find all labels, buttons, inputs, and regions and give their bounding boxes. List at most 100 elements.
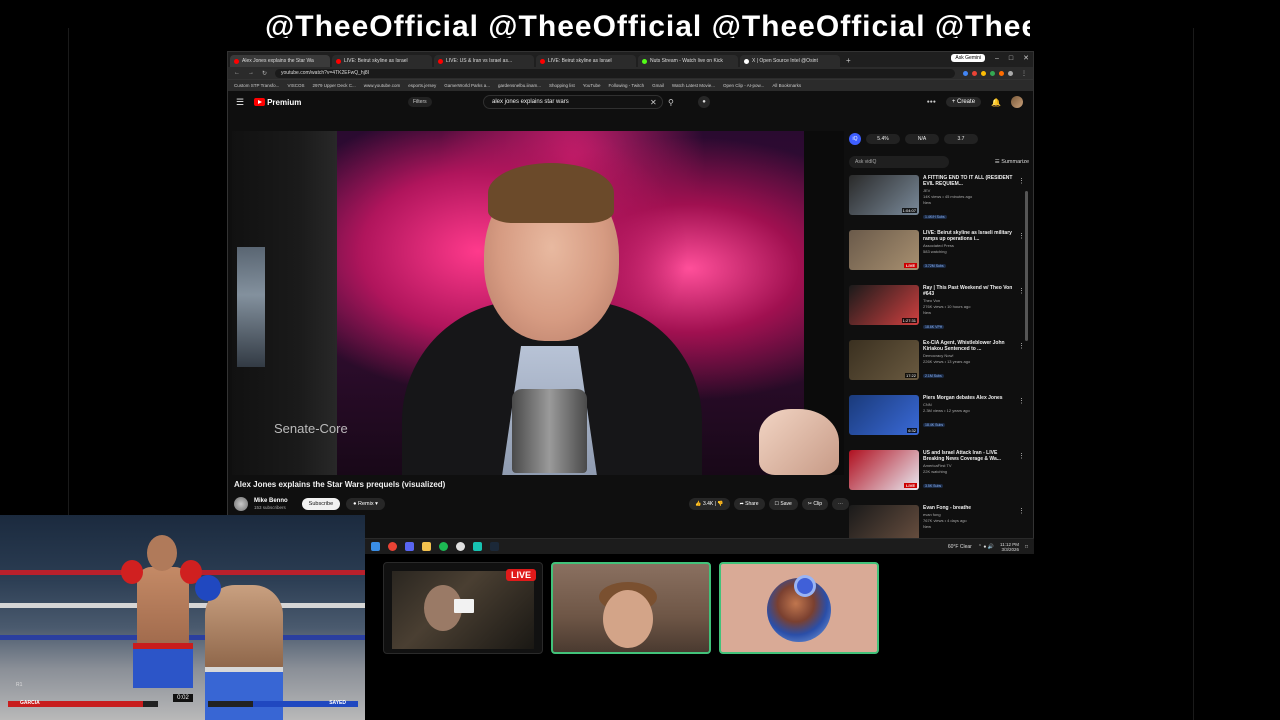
- url-field[interactable]: youtube.com/watch?v=4TK2EFwQ_hj8I: [275, 68, 955, 78]
- create-button[interactable]: + Create: [945, 97, 982, 107]
- spotify-icon[interactable]: [439, 542, 448, 551]
- bookmark-item[interactable]: Custom STP Transfo...: [234, 83, 279, 88]
- youtube-header: ☰ Premium Filters alex jones explains st…: [228, 91, 1033, 113]
- extension-icon[interactable]: [1008, 70, 1013, 76]
- bookmark-item[interactable]: All Bookmarks: [772, 83, 801, 88]
- recommended-video[interactable]: 2:48Evan Fong - breatheevan fong767K vie…: [849, 505, 1029, 539]
- back-icon[interactable]: ←: [234, 70, 240, 76]
- summarize-button[interactable]: ☰ Summarize: [995, 159, 1029, 165]
- bookmark-item[interactable]: esports.jersey: [408, 83, 436, 88]
- channel-avatar[interactable]: [234, 497, 248, 511]
- recommended-video[interactable]: 1:27:31 Ray | This Past Weekend w/ Theo V…: [849, 285, 1029, 338]
- remix-button[interactable]: ● Remix ▾: [346, 498, 385, 510]
- notifications-bell-icon[interactable]: 🔔: [991, 98, 1001, 107]
- bookmark-item[interactable]: Shopping list: [549, 83, 575, 88]
- browser-tab[interactable]: Alex Jones explains the Star Wa: [230, 55, 330, 67]
- boxer-left-glove: [121, 560, 143, 584]
- save-button[interactable]: ☐ Save: [768, 498, 798, 510]
- bookmark-item[interactable]: Gmail: [652, 83, 664, 88]
- bookmark-item[interactable]: GamerWorld Parks a...: [444, 83, 490, 88]
- video-thumbnail[interactable]: LIVE: [849, 450, 919, 490]
- participant-cam-2[interactable]: [551, 562, 711, 654]
- maximize-icon[interactable]: □: [1009, 55, 1013, 62]
- recommended-video[interactable]: 1:04:07 A FITTING END TO IT ALL (RESIDENT…: [849, 175, 1029, 228]
- filters-button[interactable]: Filters: [408, 97, 432, 107]
- menu-dots-icon[interactable]: ⋮: [1021, 70, 1027, 77]
- new-tab-button[interactable]: +: [846, 55, 851, 67]
- bookmark-item[interactable]: gardensnelbu.iinam...: [498, 83, 541, 88]
- bookmark-item[interactable]: Open Clip - AI-pow...: [723, 83, 764, 88]
- video-thumbnail[interactable]: 2:48: [849, 505, 919, 539]
- more-options-icon[interactable]: ⋮: [1018, 177, 1025, 185]
- bookmark-item[interactable]: YouTube: [583, 83, 601, 88]
- clip-button[interactable]: ✂ Clip: [801, 498, 828, 510]
- more-options-icon[interactable]: ⋮: [1018, 397, 1025, 405]
- more-options-icon[interactable]: ⋮: [1018, 232, 1025, 240]
- extension-icon[interactable]: [972, 70, 977, 76]
- start-icon[interactable]: [371, 542, 380, 551]
- recommended-video[interactable]: LIVE US and Israel Attack Iran - LIVE Bre…: [849, 450, 1029, 503]
- bookmark-item[interactable]: 2979 Upper Deck C...: [312, 83, 355, 88]
- extension-toolbar-icon[interactable]: ●●●: [927, 99, 936, 105]
- channel-name[interactable]: Mike Benno: [254, 498, 288, 505]
- participant-cam-3[interactable]: [719, 562, 879, 654]
- vidiq-icon[interactable]: iQ: [849, 133, 861, 145]
- bookmark-item[interactable]: Following - Twitch: [608, 83, 644, 88]
- chrome-icon[interactable]: [388, 542, 397, 551]
- minimize-icon[interactable]: –: [995, 55, 999, 62]
- more-options-icon[interactable]: ⋮: [1018, 342, 1025, 350]
- search-icon[interactable]: ⚲: [668, 98, 674, 107]
- recommended-video[interactable]: 6:32 Piers Morgan debates Alex Jones CNN 2.…: [849, 395, 1029, 448]
- subscribe-button[interactable]: Subscribe: [301, 498, 341, 510]
- browser-tab[interactable]: LIVE: US & Iran vs Israel as...: [434, 55, 534, 67]
- browser-tab[interactable]: LIVE: Beirut skyline as Israel: [536, 55, 636, 67]
- discord-icon[interactable]: [405, 542, 414, 551]
- ask-vidiq-input[interactable]: Ask vidIQ: [849, 156, 949, 168]
- bookmark-item[interactable]: www.youtube.com: [364, 83, 401, 88]
- browser-tab[interactable]: Nuts Stream - Watch live on Kick: [638, 55, 738, 67]
- video-thumbnail[interactable]: 1:27:31: [849, 285, 919, 325]
- browser-tab[interactable]: X | Open Source Intel @Osint: [740, 55, 840, 67]
- microphone-icon[interactable]: ●: [698, 96, 710, 108]
- extension-icon[interactable]: [999, 70, 1004, 76]
- explorer-icon[interactable]: [422, 542, 431, 551]
- search-input[interactable]: alex jones explains star wars: [483, 95, 663, 109]
- more-options-icon[interactable]: ⋮: [1018, 287, 1025, 295]
- video-player[interactable]: Senate-Core: [232, 131, 844, 475]
- recommended-video[interactable]: LIVE LIVE: Beirut skyline as Israeli mili…: [849, 230, 1029, 283]
- extension-icon[interactable]: [981, 70, 986, 76]
- steam-icon[interactable]: [490, 542, 499, 551]
- notifications-icon[interactable]: □: [1025, 544, 1028, 550]
- hamburger-menu-icon[interactable]: ☰: [236, 97, 244, 108]
- video-thumbnail[interactable]: LIVE: [849, 230, 919, 270]
- share-button[interactable]: ➦ Share: [733, 498, 765, 510]
- bookmark-item[interactable]: Watch Latest Movie...: [672, 83, 715, 88]
- video-info: Ray | This Past Weekend w/ Theo Von #643…: [923, 285, 1013, 338]
- obs-icon[interactable]: [456, 542, 465, 551]
- video-thumbnail[interactable]: 17:22: [849, 340, 919, 380]
- clock[interactable]: 11:12 PM 3/3/2026: [1000, 542, 1019, 552]
- extension-icon[interactable]: [990, 70, 995, 76]
- extension-icon[interactable]: [963, 70, 968, 76]
- app-icon[interactable]: [473, 542, 482, 551]
- ask-gemini-button[interactable]: Ask Gemini: [951, 54, 985, 62]
- reload-icon[interactable]: ↻: [262, 70, 267, 77]
- more-options-icon[interactable]: ⋮: [1018, 507, 1025, 515]
- sidebar-scrollbar[interactable]: [1025, 191, 1028, 341]
- clear-search-icon[interactable]: ✕: [650, 98, 657, 107]
- youtube-logo[interactable]: Premium: [254, 98, 301, 107]
- tray-icons[interactable]: ⌃ ● 🔊: [978, 544, 994, 550]
- bookmark-item[interactable]: VISCOS: [287, 83, 304, 88]
- video-thumbnail[interactable]: 1:04:07: [849, 175, 919, 215]
- like-button[interactable]: 👍 3.4K | 👎: [689, 498, 730, 510]
- more-options-icon[interactable]: ⋮: [1018, 452, 1025, 460]
- account-avatar[interactable]: [1011, 96, 1023, 108]
- browser-tab[interactable]: LIVE: Beirut skyline as Israel: [332, 55, 432, 67]
- more-actions-button[interactable]: ⋯: [832, 498, 849, 510]
- close-icon[interactable]: ✕: [1023, 54, 1029, 62]
- participant-cam-host[interactable]: LIVE: [383, 562, 543, 654]
- weather-widget[interactable]: 60°F Clear: [948, 544, 972, 550]
- recommended-video[interactable]: 17:22 Ex-CIA Agent, Whistleblower John Ki…: [849, 340, 1029, 393]
- video-thumbnail[interactable]: 6:32: [849, 395, 919, 435]
- forward-icon[interactable]: →: [248, 70, 254, 76]
